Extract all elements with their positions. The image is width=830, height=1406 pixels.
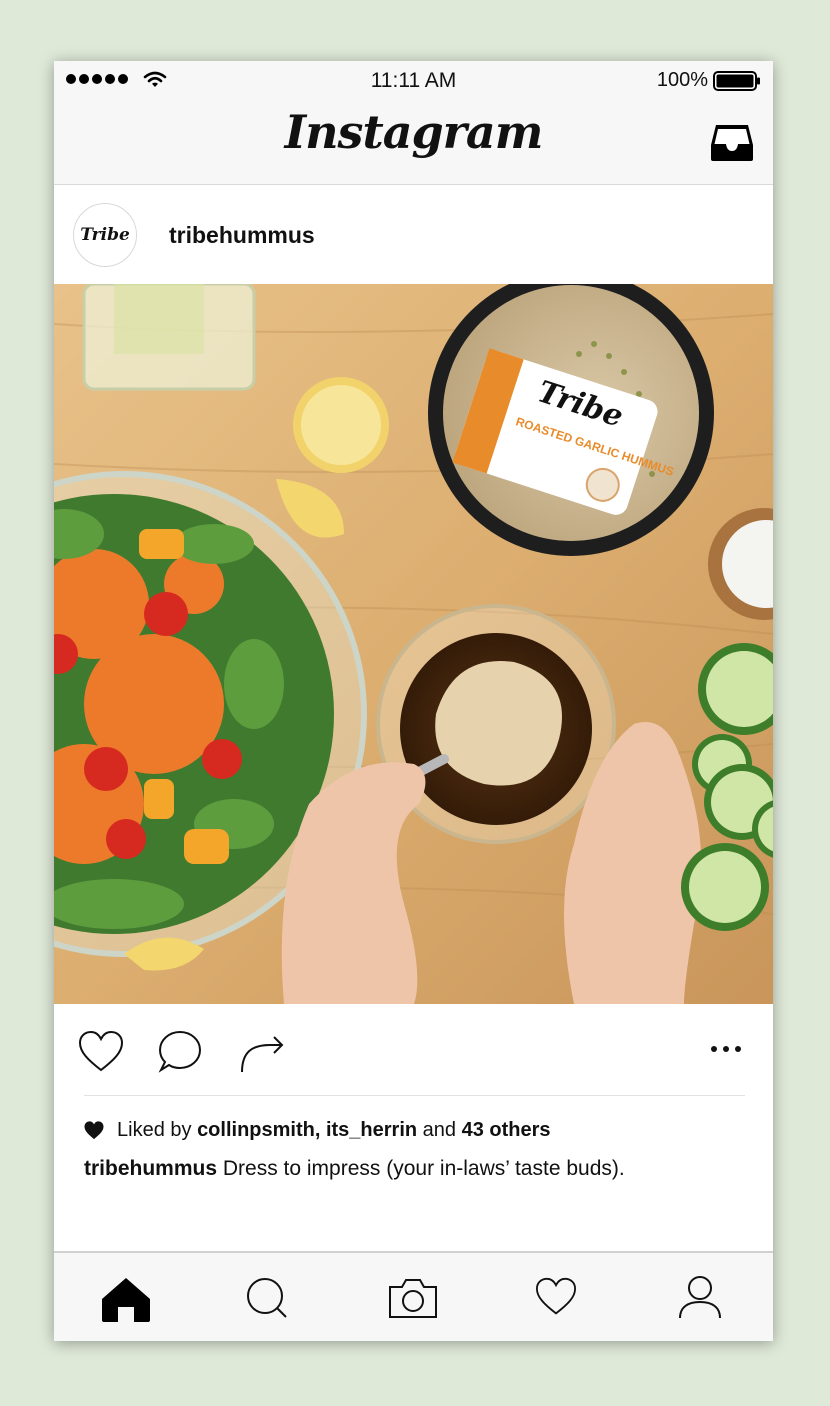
home-icon[interactable] <box>100 1275 152 1323</box>
tab-bar <box>54 1251 773 1341</box>
status-bar: 11:11 AM 100% <box>54 61 773 101</box>
app-title: Instagram <box>284 105 544 159</box>
post-caption: tribehummus Dress to impress (your in-la… <box>84 1157 625 1181</box>
heart-outline-icon[interactable] <box>78 1030 124 1074</box>
likes-conjunction: and <box>422 1119 457 1141</box>
likes-users[interactable]: collinpsmith, its_herrin <box>197 1119 417 1142</box>
likes-others[interactable]: 43 others <box>462 1119 551 1142</box>
likes-line: Liked by collinpsmith, its_herrin and 43… <box>84 1119 551 1142</box>
caption-text: Dress to impress (your in-laws’ taste bu… <box>222 1157 625 1180</box>
share-arrow-icon[interactable] <box>238 1030 286 1074</box>
top-bar: 11:11 AM 100% Instagram <box>54 61 773 185</box>
likes-prefix: Liked by <box>117 1119 192 1141</box>
inbox-tray-icon[interactable] <box>709 123 755 163</box>
post-photo-illustration: Tribe ROASTED GARLIC HUMMUS <box>54 284 773 1004</box>
avatar[interactable]: Tribe <box>73 203 137 267</box>
caption-username[interactable]: tribehummus <box>84 1157 217 1180</box>
activity-heart-icon[interactable] <box>534 1277 578 1317</box>
divider <box>84 1095 745 1096</box>
battery-full-icon <box>713 71 760 91</box>
camera-icon[interactable] <box>388 1277 438 1319</box>
search-icon[interactable] <box>246 1277 288 1319</box>
post-username[interactable]: tribehummus <box>169 222 315 249</box>
post-actions <box>54 1004 773 1099</box>
post-header: Tribe tribehummus <box>54 185 773 283</box>
avatar-text: Tribe <box>80 225 130 245</box>
battery-percent: 100% <box>656 69 708 91</box>
phone-frame: 11:11 AM 100% Instagram Tribe tribehummu… <box>54 61 773 1341</box>
comment-bubble-icon[interactable] <box>158 1030 202 1074</box>
more-dots-icon[interactable] <box>710 1044 742 1054</box>
profile-icon[interactable] <box>678 1275 722 1319</box>
post-photo[interactable]: Tribe ROASTED GARLIC HUMMUS <box>54 284 773 1004</box>
heart-filled-icon <box>84 1121 104 1140</box>
